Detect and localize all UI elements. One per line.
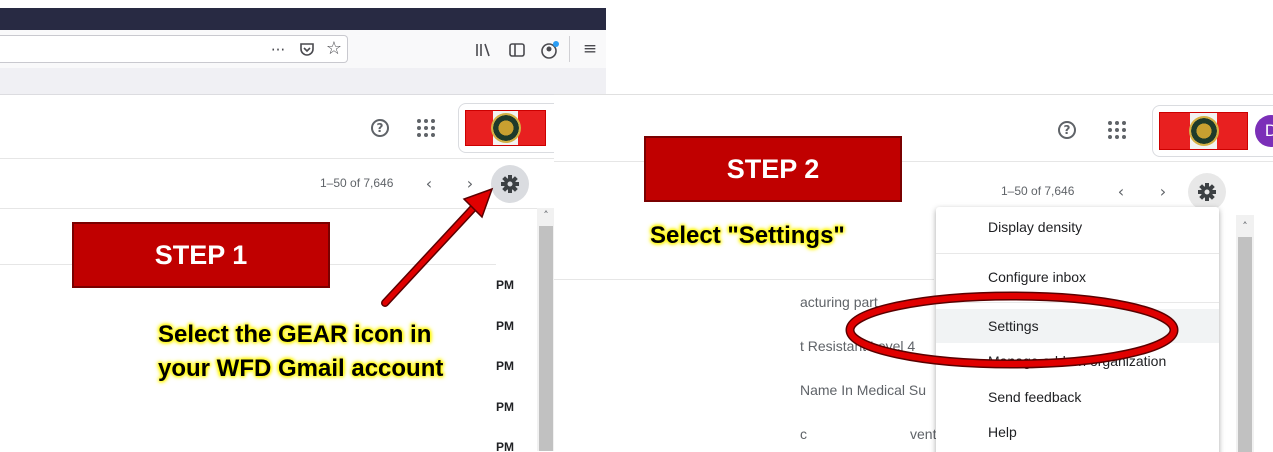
scroll-up-icon[interactable]: ˄	[1236, 217, 1254, 237]
step1-label: STEP 1	[72, 222, 330, 288]
menu-divider	[936, 253, 1219, 254]
settings-gear-button[interactable]	[1188, 173, 1226, 211]
caption-line-1: Select the GEAR icon in	[158, 321, 432, 348]
help-icon[interactable]: ?	[1058, 121, 1076, 139]
hamburger-icon[interactable]: ≡	[580, 40, 600, 58]
step2-instruction: Select "Settings"	[650, 222, 845, 249]
library-icon[interactable]	[474, 41, 492, 59]
menu-item-help[interactable]: Help	[936, 415, 1219, 449]
apps-icon[interactable]	[417, 119, 435, 137]
browser-titlebar	[0, 8, 606, 30]
header-divider	[0, 158, 606, 159]
highlight-ellipse	[845, 291, 1179, 369]
chevron-right-icon[interactable]: ›	[1154, 182, 1172, 202]
menu-item-send-feedback[interactable]: Send feedback	[936, 380, 1219, 414]
department-logo	[1159, 112, 1248, 150]
star-icon[interactable]: ☆	[324, 40, 344, 58]
help-icon[interactable]: ?	[371, 119, 389, 137]
menu-dots-icon[interactable]: ···	[266, 41, 290, 59]
account-icon[interactable]	[540, 40, 560, 60]
email-snippet: vent	[910, 426, 937, 442]
email-time: PM	[496, 319, 514, 333]
pocket-icon[interactable]	[298, 41, 316, 59]
bookmarks-bar	[0, 68, 606, 95]
scroll-up-icon[interactable]: ˄	[537, 206, 555, 226]
email-time: PM	[496, 400, 514, 414]
sidebar-icon[interactable]	[508, 41, 526, 59]
department-logo	[465, 110, 546, 146]
step2-panel: ? D 1–50 of 7,646 ‹ › ˄ acturing part t …	[554, 94, 1273, 452]
email-snippet: c	[800, 426, 807, 442]
gear-icon	[1198, 183, 1216, 201]
scrollbar-thumb[interactable]	[539, 226, 553, 451]
row-divider	[554, 279, 934, 280]
email-time: PM	[496, 359, 514, 373]
url-bar[interactable]	[0, 35, 348, 63]
caption-line-2: your WFD Gmail account	[158, 355, 444, 382]
chevron-left-icon[interactable]: ‹	[1112, 182, 1130, 202]
arrow-icon	[381, 187, 494, 307]
apps-icon[interactable]	[1108, 121, 1126, 139]
step1-panel: ··· ☆ ≡ ? D 1–50 of 7,646 ‹ › ˄ PM PM PM…	[0, 0, 606, 451]
email-time: PM	[496, 440, 514, 451]
step2-label: STEP 2	[644, 136, 902, 202]
menu-item-display-density[interactable]: Display density	[936, 210, 1219, 244]
pager-range: 1–50 of 7,646	[1001, 184, 1075, 198]
toolbar-divider	[569, 36, 570, 62]
scrollbar-thumb[interactable]	[1238, 237, 1252, 452]
email-snippet: Name In Medical Su	[800, 382, 927, 398]
step1-caption: Select the GEAR icon in your WFD Gmail a…	[158, 318, 443, 386]
